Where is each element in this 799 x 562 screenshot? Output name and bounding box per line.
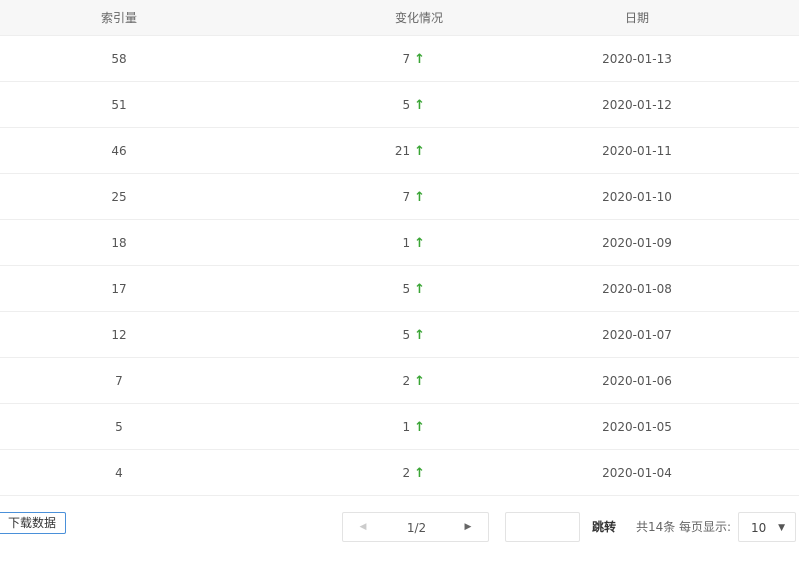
change-cell: 5 ↑ bbox=[238, 266, 425, 312]
arrow-up-icon: ↑ bbox=[414, 420, 425, 435]
date-cell: 2020-01-13 bbox=[602, 52, 672, 66]
change-cell: 7 ↑ bbox=[238, 36, 425, 82]
index-count-cell: 46 bbox=[111, 144, 127, 158]
change-value: 2 bbox=[402, 374, 411, 388]
change-value: 7 bbox=[402, 52, 411, 66]
arrow-up-icon: ↑ bbox=[414, 282, 425, 297]
per-page-select[interactable]: 10 ▼ bbox=[738, 512, 796, 542]
arrow-up-icon: ↑ bbox=[414, 52, 425, 67]
table-row: 4 2 ↑ 2020-01-04 bbox=[0, 450, 799, 496]
index-count-cell: 7 bbox=[115, 374, 123, 388]
download-data-button[interactable]: 下载数据 bbox=[0, 512, 66, 534]
change-cell: 5 ↑ bbox=[238, 82, 425, 128]
change-cell: 1 ↑ bbox=[238, 404, 425, 450]
table-row: 7 2 ↑ 2020-01-06 bbox=[0, 358, 799, 404]
date-cell: 2020-01-11 bbox=[602, 144, 672, 158]
index-count-cell: 25 bbox=[111, 190, 127, 204]
date-cell: 2020-01-07 bbox=[602, 328, 672, 342]
arrow-up-icon: ↑ bbox=[414, 98, 425, 113]
date-cell: 2020-01-05 bbox=[602, 420, 672, 434]
index-count-cell: 58 bbox=[111, 52, 127, 66]
table-header: 索引量 变化情况 日期 bbox=[0, 0, 799, 36]
change-value: 5 bbox=[402, 282, 411, 296]
table-row: 18 1 ↑ 2020-01-09 bbox=[0, 220, 799, 266]
change-value: 21 bbox=[394, 144, 411, 158]
table-body: 58 7 ↑ 2020-01-13 51 5 ↑ 2020-01-12 46 21 ↑… bbox=[0, 36, 799, 496]
arrow-up-icon: ↑ bbox=[414, 144, 425, 159]
date-cell: 2020-01-09 bbox=[602, 236, 672, 250]
page-indicator: 1/2 bbox=[406, 521, 427, 535]
per-page-label: 每页显示: bbox=[679, 520, 732, 534]
date-cell: 2020-01-10 bbox=[602, 190, 672, 204]
date-cell: 2020-01-06 bbox=[602, 374, 672, 388]
date-cell: 2020-01-08 bbox=[602, 282, 672, 296]
change-cell: 1 ↑ bbox=[238, 220, 425, 266]
index-count-cell: 17 bbox=[111, 282, 127, 296]
change-value: 1 bbox=[402, 236, 411, 250]
table-row: 5 1 ↑ 2020-01-05 bbox=[0, 404, 799, 450]
change-cell: 2 ↑ bbox=[238, 358, 425, 404]
index-count-cell: 4 bbox=[115, 466, 123, 480]
jump-button[interactable]: 跳转 bbox=[592, 512, 616, 542]
arrow-up-icon: ↑ bbox=[414, 374, 425, 389]
table-row: 25 7 ↑ 2020-01-10 bbox=[0, 174, 799, 220]
total-count: 共14条 bbox=[636, 520, 676, 534]
change-value: 7 bbox=[402, 190, 411, 204]
arrow-up-icon: ↑ bbox=[414, 236, 425, 251]
table-row: 51 5 ↑ 2020-01-12 bbox=[0, 82, 799, 128]
index-count-cell: 12 bbox=[111, 328, 127, 342]
index-count-cell: 5 bbox=[115, 420, 123, 434]
caret-down-icon: ▼ bbox=[778, 523, 785, 533]
per-page-value: 10 bbox=[751, 521, 767, 535]
change-cell: 21 ↑ bbox=[238, 128, 425, 174]
table-row: 46 21 ↑ 2020-01-11 bbox=[0, 128, 799, 174]
header-index-count: 索引量 bbox=[100, 11, 137, 25]
change-value: 1 bbox=[402, 420, 411, 434]
table-row: 58 7 ↑ 2020-01-13 bbox=[0, 36, 799, 82]
index-count-cell: 18 bbox=[111, 236, 127, 250]
pagination: ◀ 1/2 ▶ bbox=[342, 512, 489, 542]
index-count-cell: 51 bbox=[111, 98, 127, 112]
table-footer: 下载数据 ◀ 1/2 ▶ 跳转 共14条 每页显示: 10 ▼ bbox=[0, 508, 799, 548]
change-value: 2 bbox=[402, 466, 411, 480]
header-date: 日期 bbox=[624, 11, 649, 25]
change-value: 5 bbox=[402, 98, 411, 112]
arrow-up-icon: ↑ bbox=[414, 328, 425, 343]
date-cell: 2020-01-04 bbox=[602, 466, 672, 480]
change-cell: 5 ↑ bbox=[238, 312, 425, 358]
arrow-up-icon: ↑ bbox=[414, 190, 425, 205]
caret-right-icon[interactable]: ▶ bbox=[448, 513, 488, 541]
caret-left-icon[interactable]: ◀ bbox=[343, 513, 383, 541]
jump-page-input[interactable] bbox=[505, 512, 580, 542]
date-cell: 2020-01-12 bbox=[602, 98, 672, 112]
arrow-up-icon: ↑ bbox=[414, 466, 425, 481]
table-row: 17 5 ↑ 2020-01-08 bbox=[0, 266, 799, 312]
table-row: 12 5 ↑ 2020-01-07 bbox=[0, 312, 799, 358]
change-cell: 7 ↑ bbox=[238, 174, 425, 220]
change-cell: 2 ↑ bbox=[238, 450, 425, 496]
change-value: 5 bbox=[402, 328, 411, 342]
